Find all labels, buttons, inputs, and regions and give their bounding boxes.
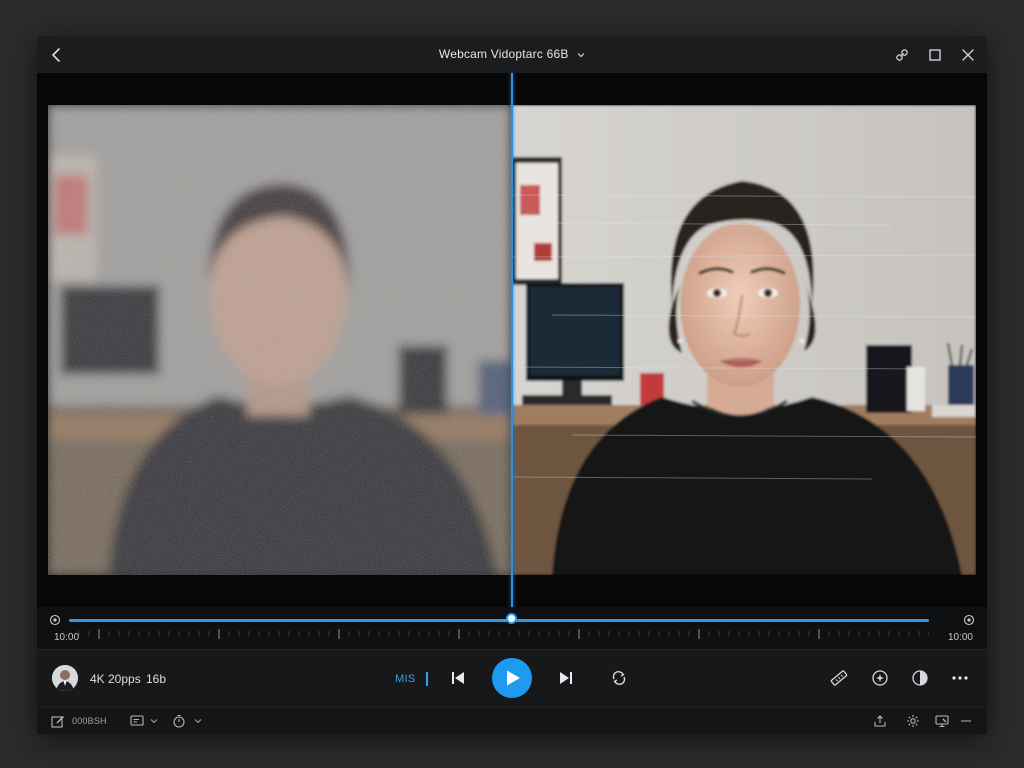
loop-icon <box>612 671 626 685</box>
play-button[interactable] <box>492 658 532 698</box>
timer-icon <box>173 714 185 728</box>
playback-controls: 4K 20pps 16b MIS <box>37 649 987 707</box>
loop-button[interactable] <box>608 667 630 689</box>
chevron-down-icon[interactable] <box>194 717 202 725</box>
maximize-button[interactable] <box>925 45 945 65</box>
contrast-icon <box>912 670 928 686</box>
timeline-start-time: 10:00 <box>54 632 80 643</box>
skip-forward-icon <box>560 672 572 684</box>
title-bar: Webcam Vidoptarc 66B <box>37 36 987 73</box>
video-after-pane <box>512 105 976 575</box>
video-before-pane <box>48 105 511 575</box>
caption-button[interactable] <box>130 714 144 728</box>
more-icon <box>952 676 968 680</box>
app-window: Webcam Vidoptarc 66B 10:00 10:00 4K 20pp… <box>37 36 987 734</box>
contrast-button[interactable] <box>909 667 931 689</box>
status-bar: 000BSH <box>37 707 987 734</box>
timeline-ticks <box>69 629 929 639</box>
skip-forward-button[interactable] <box>555 667 577 689</box>
maximize-icon <box>929 49 941 61</box>
share-button[interactable] <box>873 714 887 728</box>
chevron-down-icon[interactable] <box>150 717 158 725</box>
sparkle-icon <box>872 670 888 686</box>
resolution-label: 4K 20pps <box>90 672 141 686</box>
timeline-progress <box>69 619 929 622</box>
settings-button[interactable] <box>906 714 920 728</box>
screen-icon <box>935 715 949 728</box>
video-compare-area[interactable] <box>37 73 987 633</box>
video-before-frame <box>48 105 511 575</box>
bitrate-label: 16b <box>146 672 167 686</box>
minimize-button[interactable] <box>959 714 973 728</box>
video-after-frame <box>512 105 976 575</box>
edit-icon <box>51 716 64 728</box>
timeline-end-time: 10:00 <box>947 632 973 643</box>
timer-button[interactable] <box>172 714 186 728</box>
link-icon <box>896 49 908 61</box>
chevron-down-icon <box>577 52 585 58</box>
window-title-dropdown[interactable]: Webcam Vidoptarc 66B <box>37 47 987 61</box>
skip-back-button[interactable] <box>447 667 469 689</box>
mode-indicator <box>426 672 428 686</box>
minimize-icon <box>961 720 971 722</box>
timeline-end-icon[interactable] <box>963 614 975 626</box>
enhance-button[interactable] <box>869 667 891 689</box>
timeline-start-icon[interactable] <box>49 614 61 626</box>
edit-button[interactable] <box>51 714 65 728</box>
ruler-icon <box>830 670 848 686</box>
skip-back-icon <box>452 672 464 684</box>
share-icon <box>874 715 886 727</box>
play-icon <box>507 670 520 686</box>
close-button[interactable] <box>958 45 978 65</box>
measure-button[interactable] <box>828 667 850 689</box>
status-label: 000BSH <box>72 716 107 726</box>
mode-toggle[interactable]: MIS <box>395 673 415 685</box>
close-icon <box>962 49 974 61</box>
more-button[interactable] <box>949 667 971 689</box>
timeline: 10:00 10:00 <box>37 607 987 649</box>
window-title: Webcam Vidoptarc 66B <box>438 47 569 61</box>
timeline-track[interactable] <box>69 619 929 622</box>
avatar-image <box>52 665 78 691</box>
settings-icon <box>907 715 919 727</box>
avatar[interactable] <box>52 665 78 691</box>
screen-button[interactable] <box>935 714 949 728</box>
caption-icon <box>130 715 144 726</box>
compare-divider-handle[interactable] <box>511 73 513 633</box>
link-button[interactable] <box>892 45 912 65</box>
timeline-playhead[interactable] <box>505 613 517 624</box>
